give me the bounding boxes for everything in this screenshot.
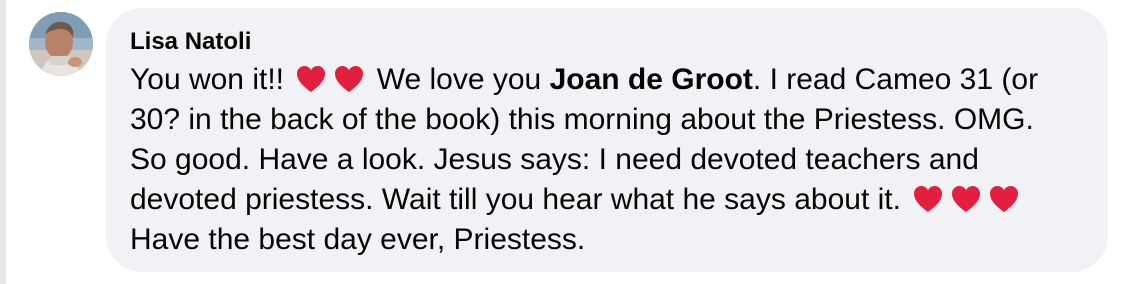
comment-line-1: You won it!! We love you Joan de Groot. …	[130, 60, 1090, 100]
comment-line-5: Have the best day ever, Priestess.	[130, 223, 586, 256]
red-heart-icon	[912, 184, 944, 214]
comment-line-3: So good. Have a look. Jesus says: I need…	[130, 143, 979, 176]
comment-text-segment: You won it!!	[130, 63, 284, 96]
avatar[interactable]	[29, 12, 93, 76]
avatar-photo	[29, 12, 93, 76]
comment-text: You won it!! We love you Joan de Groot. …	[130, 60, 1090, 260]
red-heart-icon	[950, 184, 982, 214]
comment-author[interactable]: Lisa Natoli	[130, 28, 251, 56]
comment-text-segment: We love you	[376, 63, 542, 96]
comment-bubble: Lisa Natoli You won it!! We love you Joa…	[106, 8, 1108, 272]
thread-line	[0, 0, 6, 284]
mention-link[interactable]: Joan de Groot	[550, 63, 753, 96]
red-heart-icon	[333, 64, 365, 94]
red-heart-icon	[988, 184, 1020, 214]
red-heart-icon	[295, 64, 327, 94]
comment-text-segment: . I read Cameo 31 (or	[752, 63, 1039, 96]
comment-line-4: devoted priestess. Wait till you hear wh…	[130, 180, 1090, 220]
comment-line-2: 30? in the back of the book) this mornin…	[130, 103, 1034, 136]
comment-text-segment: devoted priestess. Wait till you hear wh…	[130, 183, 901, 216]
